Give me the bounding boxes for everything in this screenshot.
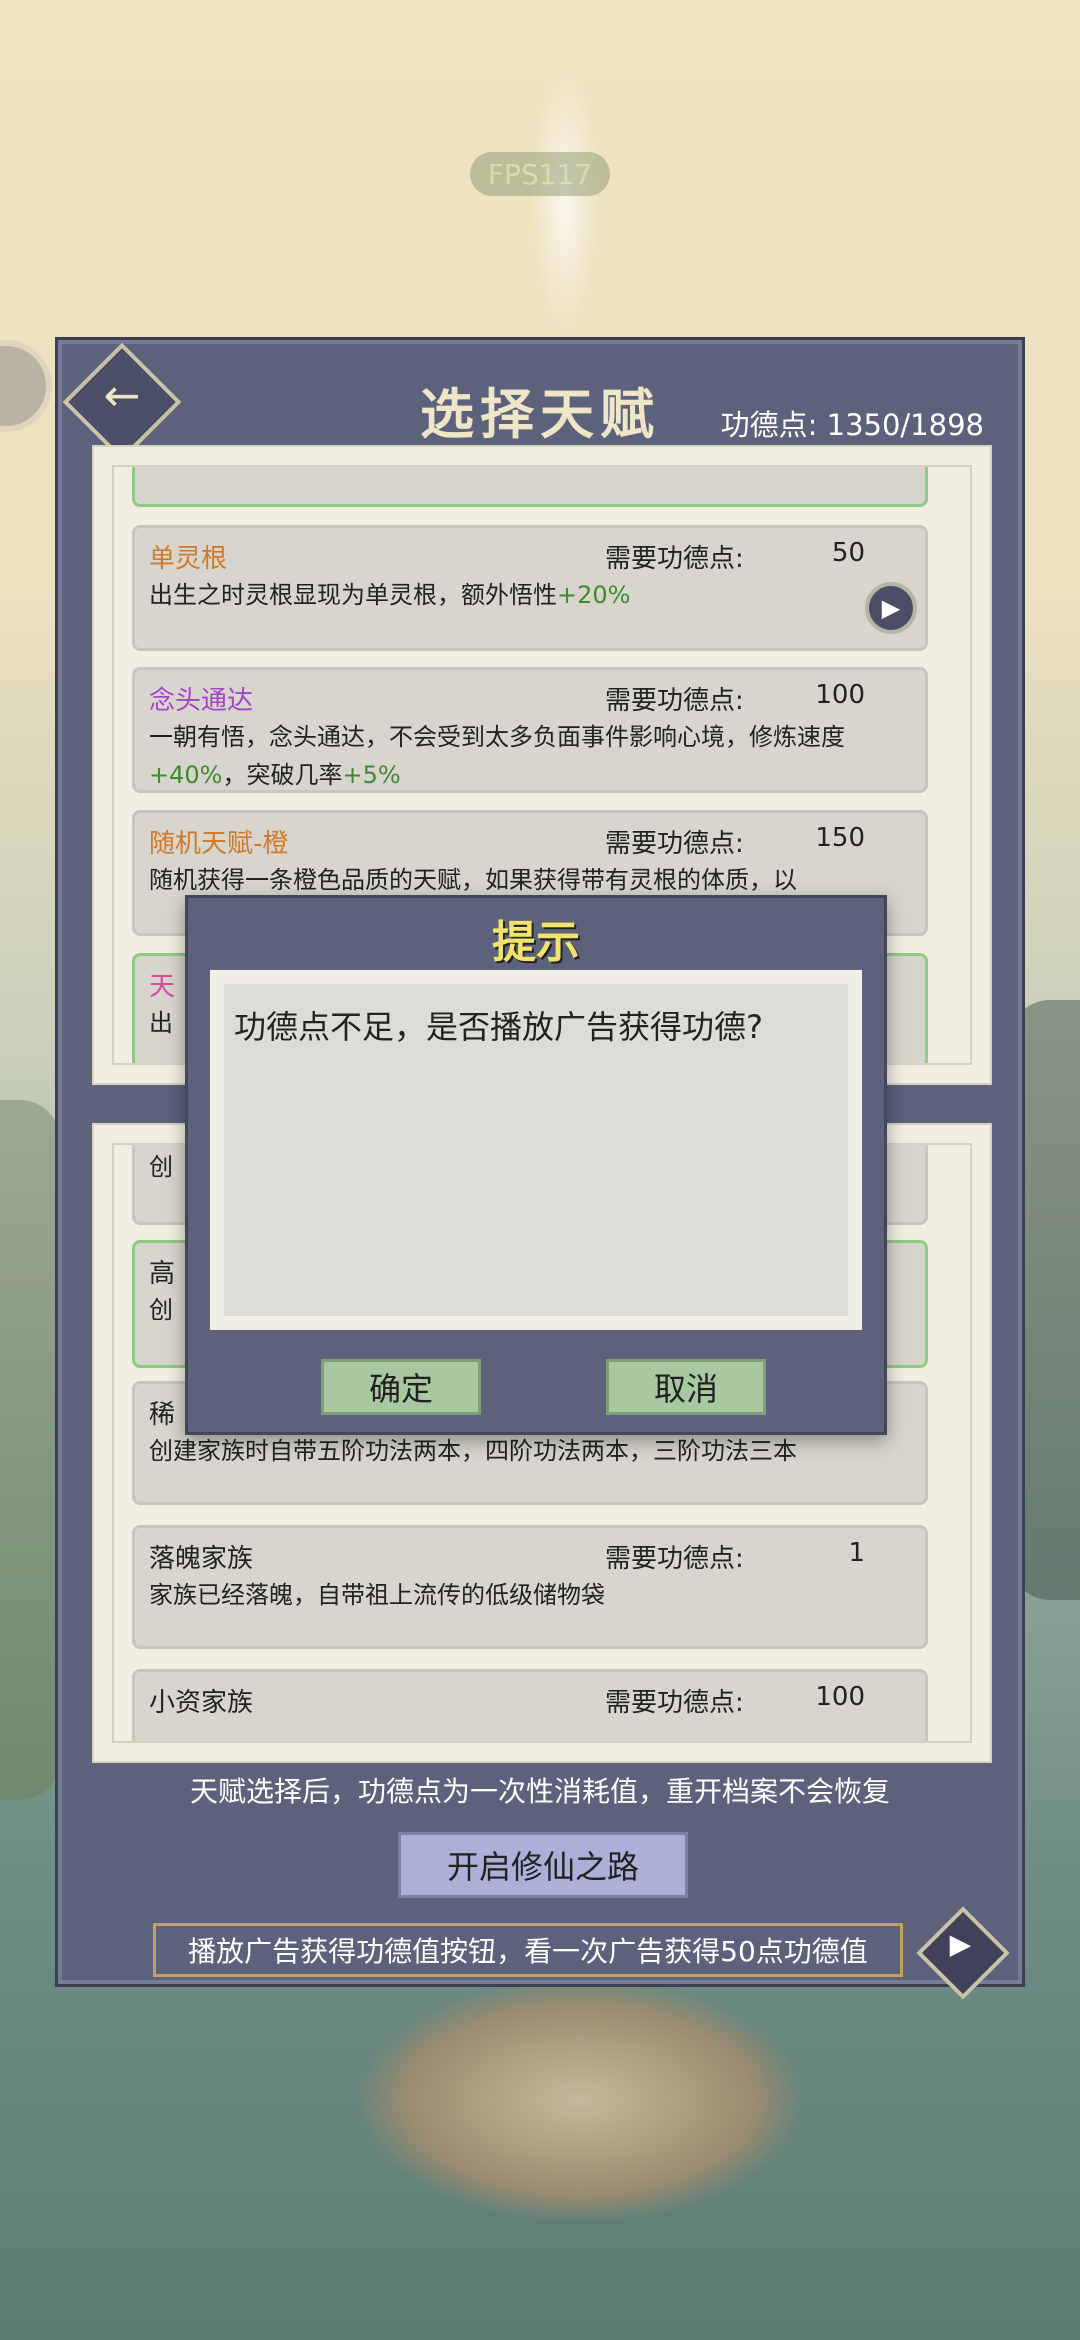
cost-value: 100 bbox=[815, 680, 865, 710]
background-mountain-left bbox=[0, 1100, 60, 1800]
cost-value: 150 bbox=[815, 823, 865, 853]
watch-ad-button[interactable]: ▶ bbox=[916, 1906, 1010, 2000]
side-avatar[interactable] bbox=[0, 340, 52, 432]
confirm-button[interactable]: 确定 bbox=[321, 1359, 481, 1415]
talent-card[interactable] bbox=[132, 467, 928, 507]
cost-label: 需要功德点: bbox=[605, 1688, 744, 1718]
cost-label: 需要功德点: bbox=[605, 829, 744, 859]
merit-notice: 天赋选择后，功德点为一次性消耗值，重开档案不会恢复 bbox=[189, 1775, 890, 1808]
talent-name: 天 bbox=[149, 972, 176, 1002]
cost-value: 50 bbox=[831, 538, 865, 568]
family-desc: 创建家族时自带五阶功法两本，四阶功法两本，三阶功法三本 bbox=[149, 1437, 797, 1465]
talent-desc: 一朝有悟，念头通达，不会受到太多负面事件影响心境，修炼速度+40%，突破几率+5… bbox=[149, 723, 845, 789]
merit-points: 功德点: 1350/1898 bbox=[720, 408, 984, 442]
dialog-title: 提示 bbox=[492, 917, 580, 968]
smoke-decoration bbox=[530, 60, 600, 340]
family-name: 稀 bbox=[149, 1400, 176, 1430]
family-card[interactable]: 落魄家族 需要功德点: 1 家族已经落魄，自带祖上流传的低级储物袋 bbox=[132, 1525, 928, 1649]
play-icon[interactable]: ▶ bbox=[865, 582, 917, 634]
start-cultivation-button[interactable]: 开启修仙之路 bbox=[398, 1832, 688, 1898]
talent-card[interactable]: 念头通达 需要功德点: 100 一朝有悟，念头通达，不会受到太多负面事件影响心境… bbox=[132, 667, 928, 793]
dialog-body: 功德点不足，是否播放广告获得功德? bbox=[210, 970, 862, 1330]
fps-counter: FPS117 bbox=[470, 152, 610, 196]
family-name: 小资家族 bbox=[149, 1688, 254, 1718]
cost-value: 100 bbox=[815, 1682, 865, 1712]
family-name: 高 bbox=[149, 1259, 176, 1289]
hint-dialog: 提示 功德点不足，是否播放广告获得功德? 确定 取消 bbox=[185, 895, 887, 1435]
background-rock bbox=[360, 1980, 800, 2220]
talent-name: 念头通达 bbox=[149, 686, 254, 716]
talent-name: 单灵根 bbox=[149, 544, 228, 574]
talent-name: 随机天赋-橙 bbox=[149, 829, 289, 859]
family-name: 落魄家族 bbox=[149, 1544, 254, 1574]
talent-desc: 出生之时灵根显现为单灵根，额外悟性+20% bbox=[149, 581, 631, 609]
cost-value: 1 bbox=[848, 1538, 865, 1568]
cost-label: 需要功德点: bbox=[605, 544, 744, 574]
ad-info-bar: 播放广告获得功德值按钮，看一次广告获得50点功德值 bbox=[153, 1923, 903, 1977]
family-desc: 家族已经落魄，自带祖上流传的低级储物袋 bbox=[149, 1581, 605, 1609]
talent-card[interactable]: 单灵根 需要功德点: 50 出生之时灵根显现为单灵根，额外悟性+20% ▶ bbox=[132, 525, 928, 651]
cost-label: 需要功德点: bbox=[605, 1544, 744, 1574]
cancel-button[interactable]: 取消 bbox=[606, 1359, 766, 1415]
dialog-message: 功德点不足，是否播放广告获得功德? bbox=[224, 984, 848, 1316]
family-card[interactable]: 小资家族 需要功德点: 100 bbox=[132, 1669, 928, 1741]
cost-label: 需要功德点: bbox=[605, 686, 744, 716]
talent-desc: 随机获得一条橙色品质的天赋，如果获得带有灵根的体质，以 bbox=[149, 866, 797, 894]
play-icon: ▶ bbox=[949, 1927, 972, 1961]
